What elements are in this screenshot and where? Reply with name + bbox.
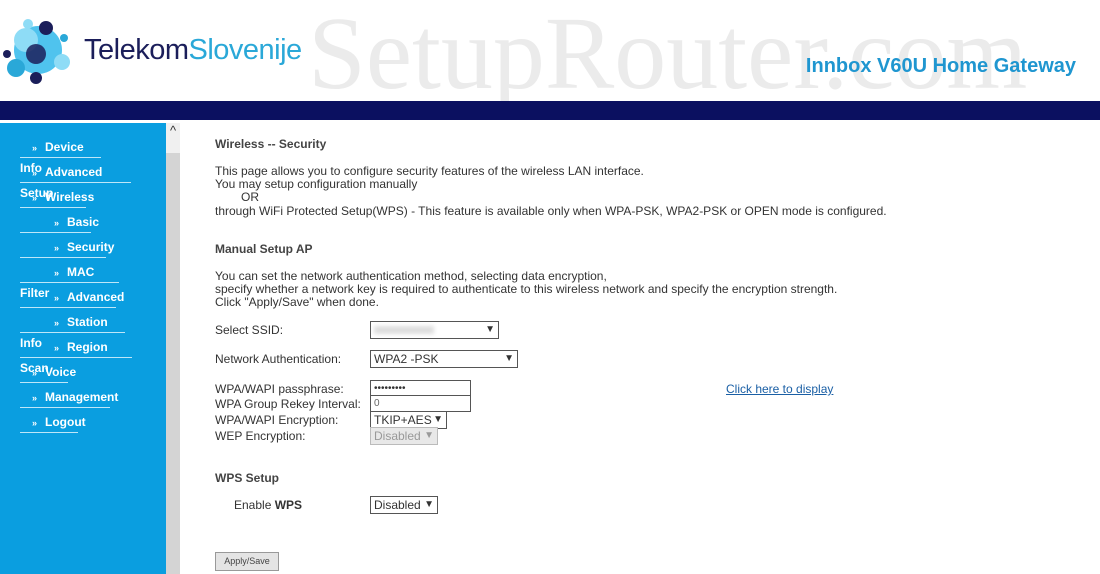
chevron-right-icon: » — [32, 193, 38, 203]
ssid-select[interactable]: ▼ — [370, 321, 499, 339]
chevron-right-icon: » — [54, 218, 60, 228]
page-title: Wireless -- Security — [215, 137, 327, 151]
header: SetupRouter.com TelekomSlovenije Innbox … — [0, 0, 1100, 111]
top-bar — [0, 101, 1100, 120]
wps-title: WPS Setup — [215, 471, 280, 485]
sidebar-item-security[interactable]: » Security — [20, 237, 114, 258]
product-title: Innbox V60U Home Gateway — [805, 55, 1076, 77]
ssid-label: Select SSID: — [215, 323, 284, 337]
manual-desc: You can set the network authentication m… — [215, 269, 607, 283]
chevron-right-icon: » — [54, 343, 60, 353]
sidebar-item-basic[interactable]: » Basic — [20, 212, 99, 233]
auth-select[interactable]: WPA2 -PSK ▼ — [370, 350, 518, 368]
sidebar-item-label: Advanced — [67, 290, 125, 304]
manual-setup-title: Manual Setup AP — [215, 242, 313, 256]
sidebar-item-mac-filter[interactable]: » MAC Filter — [20, 262, 119, 300]
sidebar-item-voice[interactable]: » Voice — [20, 362, 76, 383]
encryption-label: WPA/WAPI Encryption: — [215, 413, 339, 427]
wep-label: WEP Encryption: — [215, 429, 306, 443]
passphrase-label: WPA/WAPI passphrase: — [215, 382, 344, 396]
intro-line: This page allows you to configure securi… — [215, 164, 644, 178]
sidebar-item-advanced[interactable]: » Advanced — [20, 287, 124, 308]
apply-save-button[interactable]: Apply/Save — [215, 552, 279, 571]
auth-label: Network Authentication: — [215, 352, 342, 366]
sidebar-item-management[interactable]: » Management — [20, 387, 118, 408]
chevron-right-icon: » — [54, 243, 60, 253]
wep-select: Disabled ▼ — [370, 427, 438, 445]
chevron-right-icon: » — [32, 393, 38, 403]
scroll-up-icon[interactable]: ^ — [166, 123, 180, 153]
rekey-input[interactable]: 0 — [370, 395, 471, 412]
chevron-down-icon: ▼ — [424, 430, 434, 441]
chevron-down-icon: ▼ — [504, 353, 514, 364]
chevron-down-icon: ▼ — [433, 414, 443, 425]
manual-desc: specify whether a network key is require… — [215, 282, 838, 296]
manual-desc: Click "Apply/Save" when done. — [215, 295, 379, 309]
sidebar-item-label: Voice — [45, 365, 77, 379]
sidebar-item-label: Security — [67, 240, 115, 254]
sidebar-item-station-info[interactable]: » Station Info — [20, 312, 125, 350]
chevron-right-icon: » — [54, 318, 60, 328]
chevron-right-icon: » — [32, 143, 38, 153]
sidebar-item-region-scan[interactable]: » Region Scan — [20, 337, 132, 375]
sidebar-item-label: Basic — [67, 215, 100, 229]
sidebar-item-label: Logout — [45, 415, 86, 429]
chevron-right-icon: » — [32, 168, 38, 178]
sidebar-item-advanced-setup[interactable]: » Advanced Setup — [20, 162, 131, 200]
rekey-label: WPA Group Rekey Interval: — [215, 397, 361, 411]
sidebar-item-device-info[interactable]: » Device Info — [20, 137, 101, 175]
intro-line: OR — [241, 190, 259, 204]
sidebar-item-label: Wireless — [45, 190, 95, 204]
sidebar: » Device Info» Advanced Setup» Wireless» Bas… — [0, 123, 166, 574]
sidebar-scrollbar[interactable]: ^ — [166, 123, 180, 574]
chevron-right-icon: » — [54, 293, 60, 303]
chevron-right-icon: » — [32, 368, 38, 378]
telekom-logo — [3, 19, 70, 84]
wps-select[interactable]: Disabled ▼ — [370, 496, 438, 514]
sidebar-item-logout[interactable]: » Logout — [20, 412, 86, 433]
chevron-down-icon: ▼ — [424, 499, 434, 510]
brand-name: TelekomSlovenije — [84, 34, 302, 66]
display-link[interactable]: Click here to display — [726, 382, 833, 396]
intro-line: through WiFi Protected Setup(WPS) - This… — [215, 204, 887, 218]
sidebar-item-label: Management — [45, 390, 119, 404]
intro-line: You may setup configuration manually — [215, 177, 418, 191]
chevron-right-icon: » — [54, 268, 60, 278]
wps-label: Enable WPS — [234, 498, 303, 512]
chevron-down-icon: ▼ — [485, 324, 495, 335]
sidebar-item-wireless[interactable]: » Wireless — [20, 187, 94, 208]
chevron-right-icon: » — [32, 418, 38, 428]
